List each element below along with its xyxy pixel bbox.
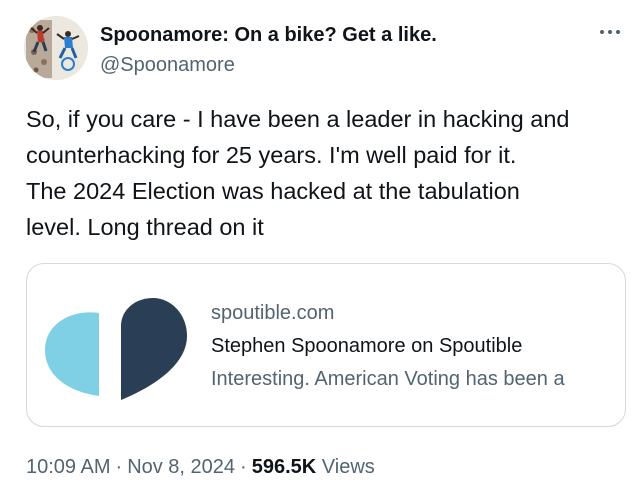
views-label: Views	[321, 456, 375, 478]
avatar-image	[24, 16, 88, 80]
tweet-meta: 10:09 AM · Nov 8, 2024 · 596.5K Views	[26, 454, 375, 480]
avatar[interactable]	[24, 16, 88, 80]
meta-separator: ·	[115, 456, 123, 478]
spoutible-logo-icon	[37, 292, 197, 409]
card-title: Stephen Spoonamore on Spoutible	[211, 335, 523, 357]
author-handle[interactable]: @Spoonamore	[100, 52, 235, 78]
card-description: Interesting. American Voting has been a	[211, 368, 565, 390]
link-preview-card[interactable]: spoutible.com Stephen Spoonamore on Spou…	[26, 263, 626, 427]
more-options-button[interactable]	[594, 20, 626, 44]
author-display-name[interactable]: Spoonamore: On a bike? Get a like.	[100, 22, 437, 48]
tweet-date[interactable]: Nov 8, 2024	[127, 456, 235, 478]
views-count: 596.5K	[251, 456, 317, 478]
card-domain: spoutible.com	[211, 302, 335, 324]
meta-separator: ·	[240, 456, 247, 478]
tweet-text: So, if you care - I have been a leader i…	[26, 106, 570, 240]
tweet-time[interactable]: 10:09 AM	[26, 456, 111, 478]
more-dots-icon	[600, 30, 620, 34]
